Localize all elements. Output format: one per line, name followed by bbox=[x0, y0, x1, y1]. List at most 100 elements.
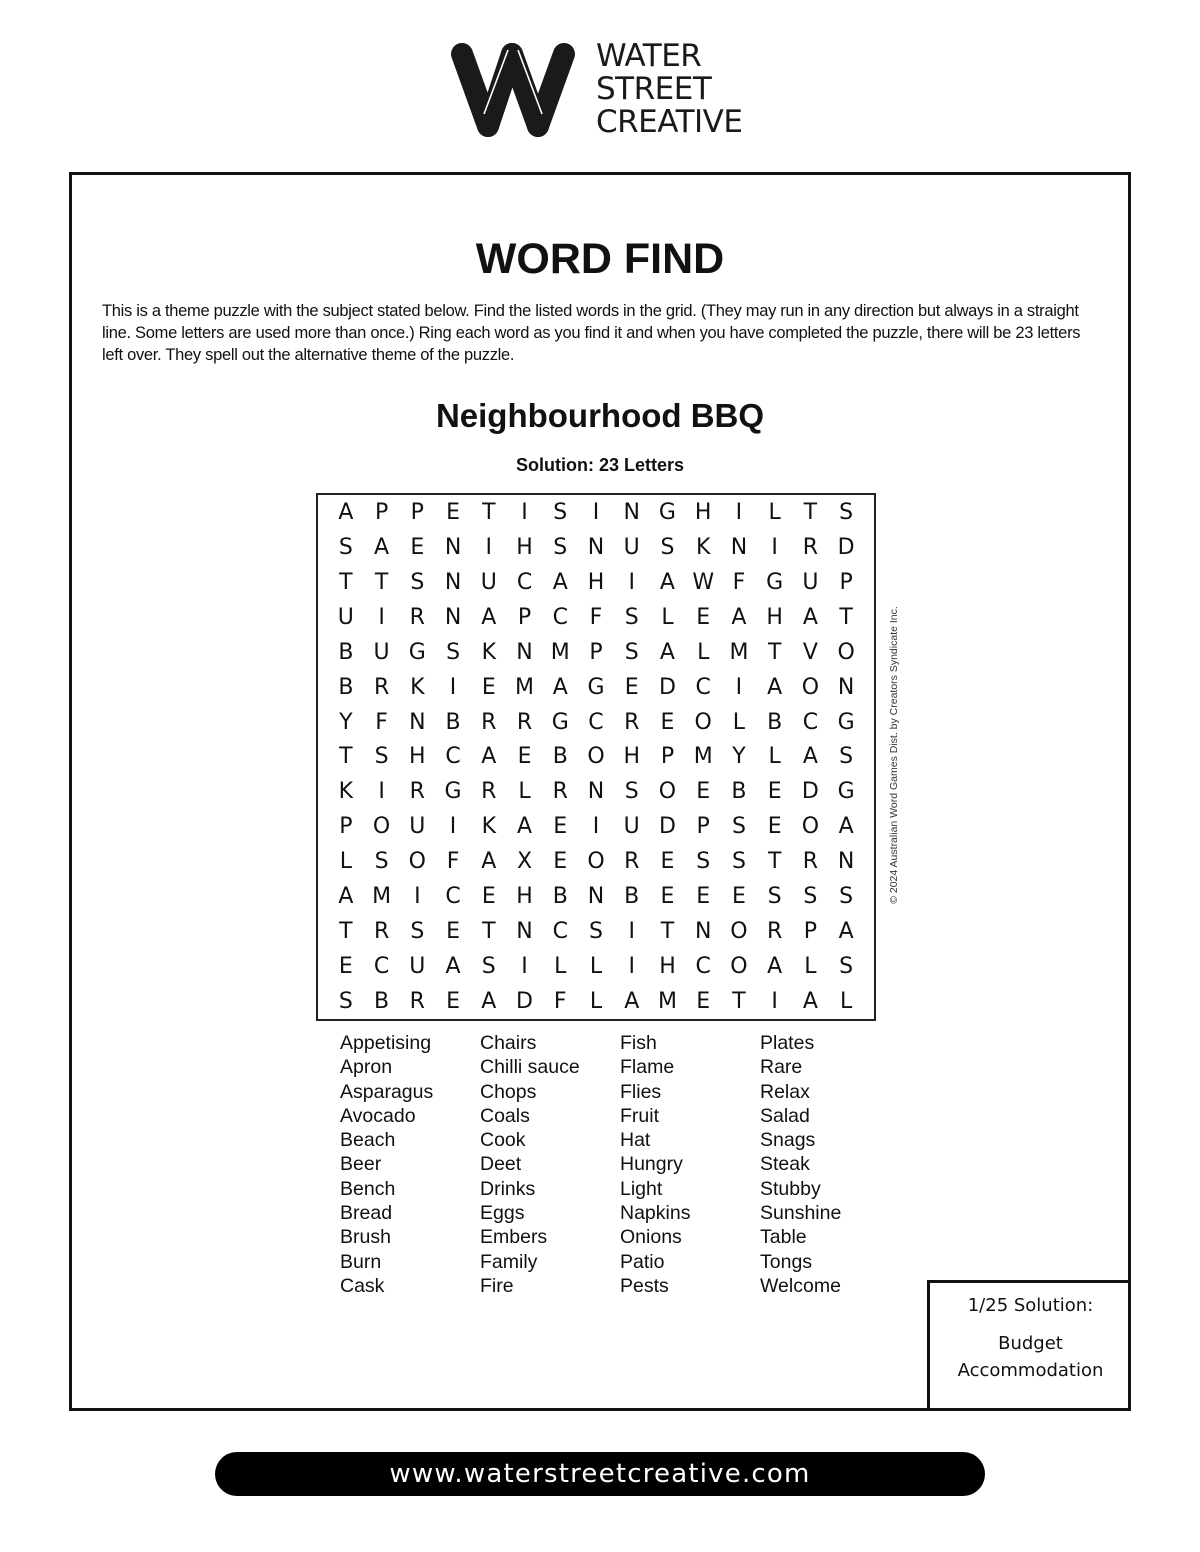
grid-cell[interactable]: M bbox=[650, 984, 686, 1019]
grid-cell[interactable]: O bbox=[828, 635, 864, 670]
grid-cell[interactable]: H bbox=[399, 740, 435, 775]
grid-cell[interactable]: B bbox=[542, 879, 578, 914]
grid-cell[interactable]: A bbox=[650, 565, 686, 600]
grid-cell[interactable]: S bbox=[828, 949, 864, 984]
grid-cell[interactable]: N bbox=[507, 635, 543, 670]
grid-cell[interactable]: U bbox=[328, 600, 364, 635]
grid-cell[interactable]: H bbox=[507, 530, 543, 565]
grid-cell[interactable]: E bbox=[685, 600, 721, 635]
grid-cell[interactable]: F bbox=[364, 705, 400, 740]
grid-cell[interactable]: I bbox=[757, 530, 793, 565]
grid-cell[interactable]: O bbox=[578, 740, 614, 775]
grid-cell[interactable]: I bbox=[364, 774, 400, 809]
grid-cell[interactable]: R bbox=[507, 705, 543, 740]
grid-cell[interactable]: E bbox=[471, 670, 507, 705]
grid-cell[interactable]: U bbox=[614, 809, 650, 844]
grid-cell[interactable]: A bbox=[721, 600, 757, 635]
grid-cell[interactable]: I bbox=[364, 600, 400, 635]
grid-cell[interactable]: N bbox=[435, 565, 471, 600]
grid-cell[interactable]: E bbox=[685, 984, 721, 1019]
grid-cell[interactable]: S bbox=[542, 495, 578, 530]
grid-cell[interactable]: E bbox=[650, 879, 686, 914]
grid-cell[interactable]: M bbox=[685, 740, 721, 775]
grid-cell[interactable]: A bbox=[471, 844, 507, 879]
grid-cell[interactable]: A bbox=[507, 809, 543, 844]
grid-cell[interactable]: S bbox=[435, 635, 471, 670]
grid-cell[interactable]: A bbox=[471, 984, 507, 1019]
grid-cell[interactable]: R bbox=[399, 774, 435, 809]
grid-cell[interactable]: H bbox=[578, 565, 614, 600]
grid-cell[interactable]: D bbox=[828, 530, 864, 565]
grid-cell[interactable]: D bbox=[793, 774, 829, 809]
grid-cell[interactable]: G bbox=[542, 705, 578, 740]
grid-cell[interactable]: N bbox=[578, 530, 614, 565]
grid-cell[interactable]: T bbox=[757, 844, 793, 879]
website-link[interactable]: www.waterstreetcreative.com bbox=[215, 1452, 985, 1496]
grid-cell[interactable]: E bbox=[650, 705, 686, 740]
grid-cell[interactable]: S bbox=[828, 879, 864, 914]
grid-cell[interactable]: U bbox=[471, 565, 507, 600]
grid-cell[interactable]: W bbox=[685, 565, 721, 600]
grid-cell[interactable]: T bbox=[328, 740, 364, 775]
grid-cell[interactable]: R bbox=[399, 600, 435, 635]
grid-cell[interactable]: C bbox=[507, 565, 543, 600]
grid-cell[interactable]: R bbox=[471, 705, 507, 740]
grid-cell[interactable]: L bbox=[578, 984, 614, 1019]
grid-cell[interactable]: A bbox=[364, 530, 400, 565]
grid-cell[interactable]: O bbox=[721, 949, 757, 984]
grid-cell[interactable]: E bbox=[435, 914, 471, 949]
grid-cell[interactable]: I bbox=[721, 670, 757, 705]
grid-cell[interactable]: N bbox=[721, 530, 757, 565]
grid-cell[interactable]: A bbox=[650, 635, 686, 670]
grid-cell[interactable]: E bbox=[542, 844, 578, 879]
grid-cell[interactable]: A bbox=[757, 949, 793, 984]
grid-cell[interactable]: E bbox=[757, 809, 793, 844]
grid-cell[interactable]: S bbox=[542, 530, 578, 565]
grid-cell[interactable]: E bbox=[721, 879, 757, 914]
grid-cell[interactable]: L bbox=[507, 774, 543, 809]
grid-cell[interactable]: E bbox=[328, 949, 364, 984]
grid-cell[interactable]: E bbox=[685, 879, 721, 914]
grid-cell[interactable]: K bbox=[471, 635, 507, 670]
grid-cell[interactable]: E bbox=[435, 495, 471, 530]
grid-cell[interactable]: T bbox=[471, 914, 507, 949]
grid-cell[interactable]: E bbox=[650, 844, 686, 879]
grid-cell[interactable]: B bbox=[542, 740, 578, 775]
grid-cell[interactable]: H bbox=[650, 949, 686, 984]
grid-cell[interactable]: S bbox=[650, 530, 686, 565]
grid-cell[interactable]: M bbox=[507, 670, 543, 705]
grid-cell[interactable]: A bbox=[328, 495, 364, 530]
grid-cell[interactable]: S bbox=[328, 530, 364, 565]
grid-cell[interactable]: A bbox=[793, 740, 829, 775]
grid-cell[interactable]: P bbox=[828, 565, 864, 600]
grid-cell[interactable]: I bbox=[721, 495, 757, 530]
grid-cell[interactable]: M bbox=[721, 635, 757, 670]
grid-cell[interactable]: L bbox=[578, 949, 614, 984]
grid-cell[interactable]: G bbox=[650, 495, 686, 530]
grid-cell[interactable]: M bbox=[364, 879, 400, 914]
grid-cell[interactable]: P bbox=[399, 495, 435, 530]
grid-cell[interactable]: K bbox=[471, 809, 507, 844]
grid-cell[interactable]: O bbox=[721, 914, 757, 949]
grid-cell[interactable]: U bbox=[793, 565, 829, 600]
grid-cell[interactable]: S bbox=[614, 774, 650, 809]
grid-cell[interactable]: S bbox=[685, 844, 721, 879]
grid-cell[interactable]: N bbox=[507, 914, 543, 949]
grid-cell[interactable]: B bbox=[614, 879, 650, 914]
grid-cell[interactable]: K bbox=[685, 530, 721, 565]
grid-cell[interactable]: X bbox=[507, 844, 543, 879]
grid-cell[interactable]: C bbox=[435, 879, 471, 914]
grid-cell[interactable]: A bbox=[757, 670, 793, 705]
grid-cell[interactable]: I bbox=[578, 495, 614, 530]
grid-cell[interactable]: P bbox=[507, 600, 543, 635]
grid-cell[interactable]: I bbox=[614, 914, 650, 949]
grid-cell[interactable]: M bbox=[542, 635, 578, 670]
grid-cell[interactable]: G bbox=[435, 774, 471, 809]
grid-cell[interactable]: P bbox=[364, 495, 400, 530]
grid-cell[interactable]: S bbox=[328, 984, 364, 1019]
grid-cell[interactable]: Y bbox=[721, 740, 757, 775]
grid-cell[interactable]: E bbox=[471, 879, 507, 914]
grid-cell[interactable]: A bbox=[471, 600, 507, 635]
grid-cell[interactable]: R bbox=[793, 844, 829, 879]
grid-cell[interactable]: A bbox=[542, 670, 578, 705]
